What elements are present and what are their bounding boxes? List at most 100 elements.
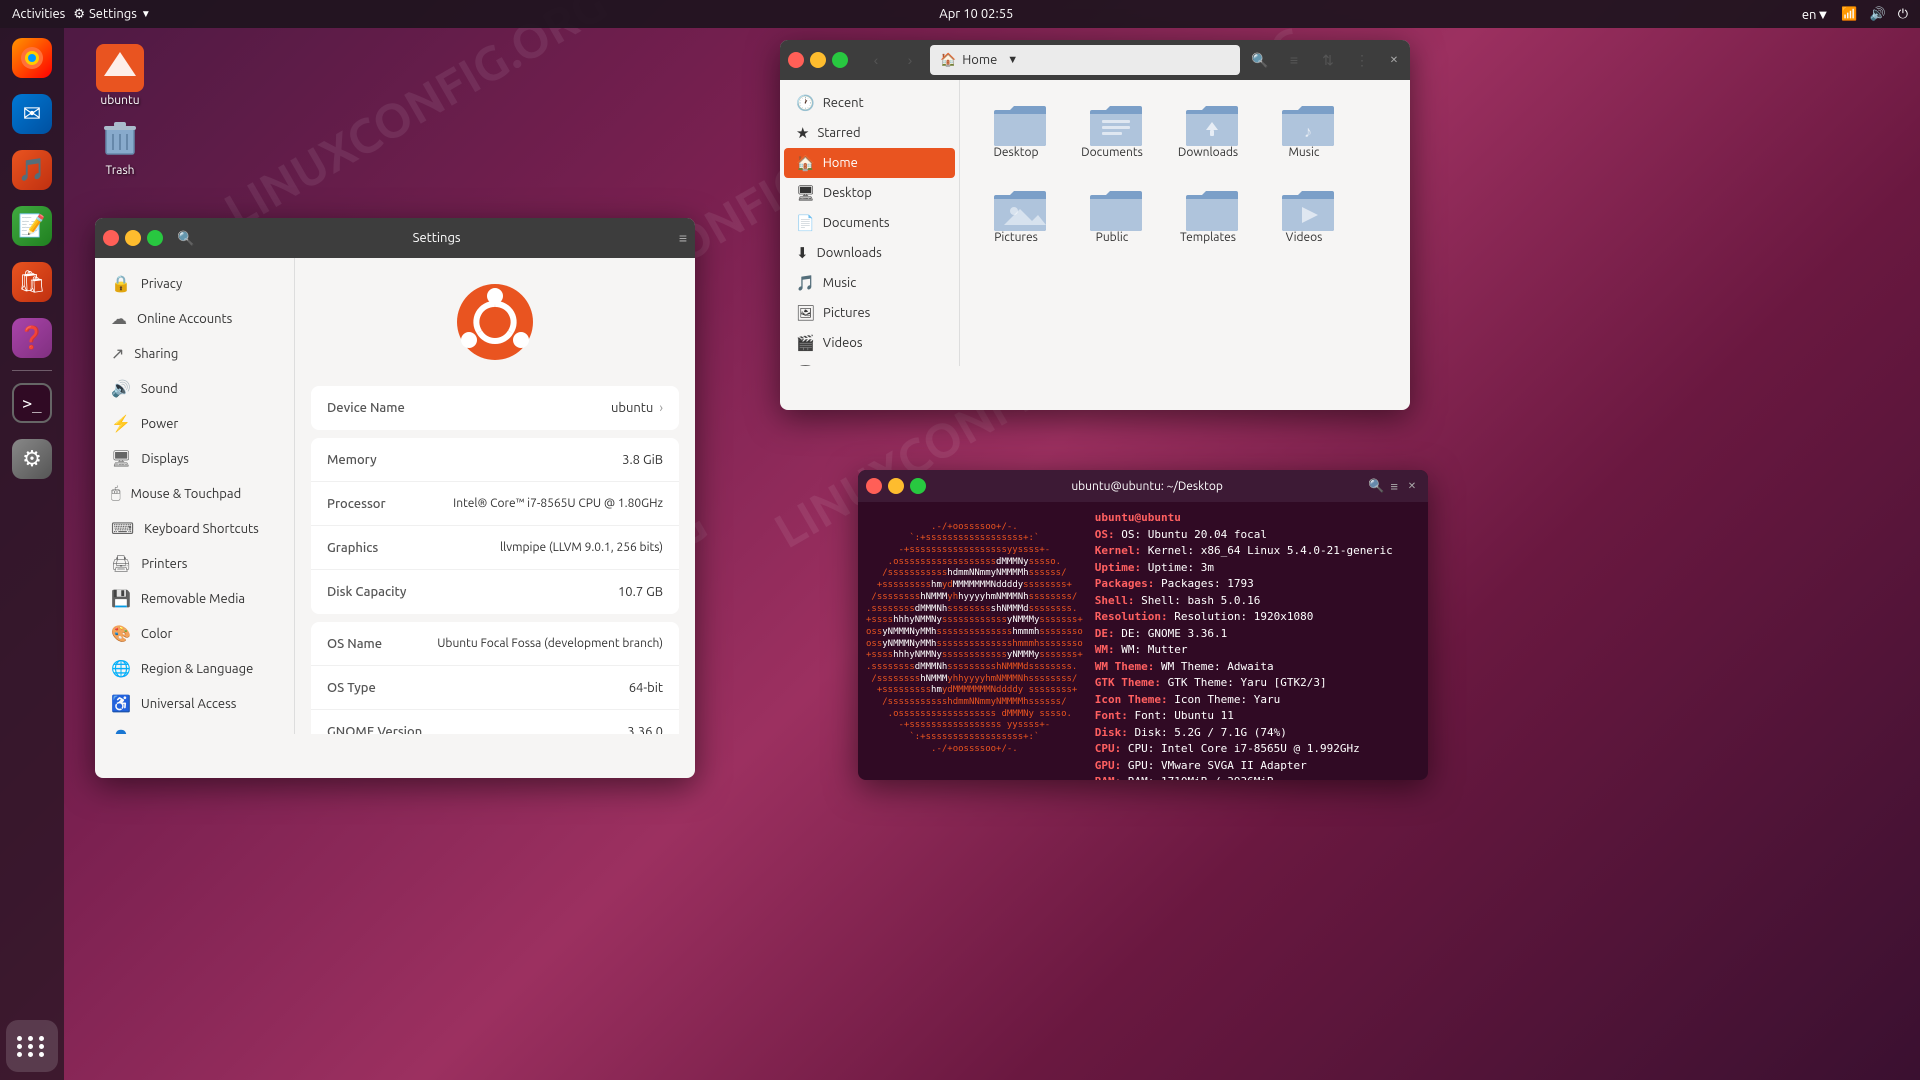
fm-folder-videos[interactable]: Videos — [1264, 181, 1344, 250]
settings-nav-keyboard[interactable]: ⌨ Keyboard Shortcuts — [95, 511, 294, 546]
show-apps-button[interactable] — [6, 1020, 58, 1072]
settings-nav-color[interactable]: 🎨 Color — [95, 616, 294, 651]
settings-nav-users[interactable]: 👤 Users — [95, 721, 294, 734]
fm-folder-templates[interactable]: Templates — [1168, 181, 1248, 250]
dock-item-help[interactable]: ❓ — [6, 312, 58, 364]
fm-folder-downloads[interactable]: Downloads — [1168, 96, 1248, 165]
menu-btn[interactable]: ⋮ — [1348, 46, 1376, 74]
settings-nav-access[interactable]: ♿ Universal Access — [95, 686, 294, 721]
about-section-os: OS Name Ubuntu Focal Fossa (development … — [311, 622, 679, 734]
topbar-datetime: Apr 10 02:55 — [939, 7, 1013, 21]
settings-nav-power[interactable]: ⚡ Power — [95, 406, 294, 441]
ubuntu-logo — [455, 282, 535, 362]
sidebar-item-trash[interactable]: 🗑 Trash — [784, 358, 955, 366]
dock-item-libreoffice[interactable]: 📝 — [6, 200, 58, 252]
terminal-max-btn[interactable]: □ — [910, 478, 926, 494]
pictures-sidebar-icon: 🖼 — [796, 304, 815, 322]
dock-item-rhythmbox[interactable]: 🎵 — [6, 144, 58, 196]
activities-btn[interactable]: Activities — [12, 7, 65, 21]
desktop-icon-trash[interactable]: Trash — [80, 110, 160, 181]
file-manager-min-btn[interactable]: – — [810, 52, 826, 68]
settings-search-btn[interactable]: 🔍 — [177, 230, 194, 247]
sidebar-videos-label: Videos — [823, 336, 863, 350]
recent-icon: 🕐 — [796, 94, 815, 112]
settings-nav-printers[interactable]: 🖨 Printers — [95, 546, 294, 581]
dock-divider — [12, 370, 52, 371]
disk-label: Disk Capacity — [327, 585, 406, 599]
settings-nav-removable[interactable]: 💾 Removable Media — [95, 581, 294, 616]
sidebar-item-music[interactable]: 🎵 Music — [784, 268, 955, 298]
fm-folder-music[interactable]: ♪ Music — [1264, 96, 1344, 165]
terminal-menu-btn[interactable]: ≡ — [1390, 479, 1398, 494]
terminal-min-btn[interactable]: – — [888, 478, 904, 494]
sidebar-item-desktop[interactable]: 🖥 Desktop — [784, 178, 955, 208]
sidebar-item-videos[interactable]: 🎬 Videos — [784, 328, 955, 358]
about-row-processor: Processor Intel® Core™ i7-8565U CPU @ 1.… — [311, 482, 679, 526]
file-manager-close-btn[interactable]: ✕ — [788, 52, 804, 68]
sidebar-item-recent[interactable]: 🕐 Recent — [784, 88, 955, 118]
fm-folder-desktop[interactable]: Desktop — [976, 96, 1056, 165]
settings-nav-privacy[interactable]: 🔒 Privacy — [95, 266, 294, 301]
printers-icon: 🖨 — [111, 554, 131, 573]
nav-forward-btn[interactable]: › — [896, 46, 924, 74]
settings-min-btn[interactable]: – — [125, 230, 141, 246]
sidebar-item-downloads[interactable]: ⬇ Downloads — [784, 238, 955, 268]
sound-icon: 🔊 — [111, 379, 131, 398]
desktop-icon-ubuntu[interactable]: ubuntu — [80, 40, 160, 111]
fm-folder-pictures[interactable]: Pictures — [976, 181, 1056, 250]
about-row-gnome: GNOME Version 3.36.0 — [311, 710, 679, 734]
removable-icon: 💾 — [111, 589, 131, 608]
settings-nav-displays[interactable]: 🖥 Displays — [95, 441, 294, 476]
language-indicator[interactable]: en▼ — [1802, 7, 1829, 22]
dock-item-terminal[interactable]: >_ — [6, 377, 58, 429]
address-bar[interactable]: 🏠 Home ▼ — [930, 45, 1240, 75]
neofetch-disk-line: Disk: Disk: 5.2G / 7.1G (74%) — [1095, 725, 1393, 742]
dock-item-settings[interactable]: ⚙ — [6, 433, 58, 485]
settings-nav-online-accounts[interactable]: ☁ Online Accounts — [95, 301, 294, 336]
about-row-os-type: OS Type 64-bit — [311, 666, 679, 710]
sidebar-item-home[interactable]: 🏠 Home — [784, 148, 955, 178]
apps-grid-icon — [17, 1036, 47, 1057]
settings-nav-mouse[interactable]: 🖱 Mouse & Touchpad — [95, 476, 294, 511]
file-manager-close-x-btn[interactable]: ✕ — [1386, 52, 1402, 68]
search-btn[interactable]: 🔍 — [1246, 46, 1274, 74]
sidebar-item-pictures[interactable]: 🖼 Pictures — [784, 298, 955, 328]
nav-back-btn[interactable]: ‹ — [862, 46, 890, 74]
terminal-x-btn[interactable]: ✕ — [1404, 478, 1420, 494]
topbar-right: en▼ 📶 🔊 ⏻ — [1802, 7, 1908, 22]
fm-folder-documents[interactable]: Documents — [1072, 96, 1152, 165]
folder-pictures-icon — [992, 187, 1040, 227]
sort-btn[interactable]: ⇅ — [1314, 46, 1342, 74]
desktop: LINUXCONFIG.ORG LINUXCONFIG.ORG LINUXCON… — [0, 0, 1920, 1080]
dock-item-thunderbird[interactable]: ✉ — [6, 88, 58, 140]
sidebar-item-starred[interactable]: ★ Starred — [784, 118, 955, 148]
terminal-body: .-/+oossssoo+/-. `:+ssssssssssssssssss+:… — [858, 502, 1428, 780]
terminal-search-btn[interactable]: 🔍 — [1368, 478, 1384, 494]
power-icon[interactable]: ⏻ — [1898, 7, 1908, 22]
settings-nav-keyboard-label: Keyboard Shortcuts — [144, 522, 259, 536]
settings-menu-icon[interactable]: ≡ — [679, 230, 687, 246]
settings-nav-region[interactable]: 🌐 Region & Language — [95, 651, 294, 686]
keyboard-icon: ⌨ — [111, 519, 134, 538]
settings-nav-access-label: Universal Access — [141, 697, 236, 711]
view-toggle-btn[interactable]: ≡ — [1280, 46, 1308, 74]
volume-icon[interactable]: 🔊 — [1870, 7, 1886, 22]
settings-nav-sharing[interactable]: ↗ Sharing — [95, 336, 294, 371]
trash-icon — [96, 114, 144, 162]
settings-max-btn[interactable]: + — [147, 230, 163, 246]
terminal-close-btn[interactable]: ✕ — [866, 478, 882, 494]
sidebar-item-documents[interactable]: 📄 Documents — [784, 208, 955, 238]
address-text: Home — [962, 53, 997, 67]
dock-item-software[interactable]: 🛍 — [6, 256, 58, 308]
file-manager-max-btn[interactable]: + — [832, 52, 848, 68]
settings-menu-btn[interactable]: ⚙ Settings ▼ — [73, 7, 150, 22]
settings-nav-sound[interactable]: 🔊 Sound — [95, 371, 294, 406]
dock: ✉ 🎵 📝 🛍 ❓ — [0, 28, 64, 1080]
fm-folder-public[interactable]: Public — [1072, 181, 1152, 250]
downloads-sidebar-icon: ⬇ — [796, 244, 809, 262]
sidebar-music-label: Music — [823, 276, 857, 290]
dock-item-firefox[interactable] — [6, 32, 58, 84]
terminal-titlebar: ✕ – □ ubuntu@ubuntu: ~/Desktop 🔍 ≡ ✕ — [858, 470, 1428, 502]
settings-close-btn[interactable]: ✕ — [103, 230, 119, 246]
settings-nav-power-label: Power — [141, 417, 178, 431]
